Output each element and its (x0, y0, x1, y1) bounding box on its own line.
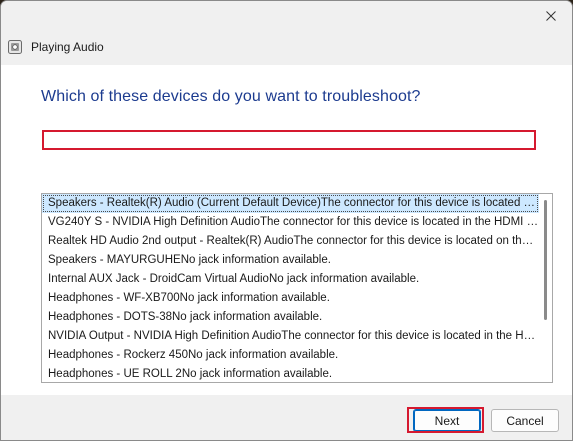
device-list-scrollbar[interactable] (539, 194, 552, 382)
footer: Next Cancel (1, 395, 572, 440)
device-list-item[interactable]: Headphones - WF-XB700No jack information… (42, 289, 539, 308)
device-list-item[interactable]: Headphones - DOTS-38No jack information … (42, 308, 539, 327)
device-list-item[interactable]: Internal AUX Jack - DroidCam Virtual Aud… (42, 270, 539, 289)
device-list-items: Speakers - Realtek(R) Audio (Current Def… (42, 194, 539, 382)
device-list-item[interactable]: Headphones - Rockerz 450No jack informat… (42, 346, 539, 365)
device-list-item[interactable]: Headphones - UE ROLL 2No jack informatio… (42, 365, 539, 382)
device-list-item[interactable]: Speakers - Realtek(R) Audio (Current Def… (42, 194, 539, 213)
title-bar: Playing Audio (1, 1, 572, 65)
cancel-button[interactable]: Cancel (491, 409, 559, 432)
window-title: Playing Audio (31, 40, 104, 54)
device-list-item[interactable]: VG240Y S - NVIDIA High Definition AudioT… (42, 213, 539, 232)
scrollbar-thumb[interactable] (544, 200, 547, 320)
page-heading: Which of these devices do you want to tr… (41, 88, 421, 105)
device-list[interactable]: Speakers - Realtek(R) Audio (Current Def… (41, 193, 553, 383)
audio-troubleshooter-icon (8, 40, 22, 54)
close-icon (546, 11, 556, 21)
device-list-item[interactable]: NVIDIA Output - NVIDIA High Definition A… (42, 327, 539, 346)
next-button[interactable]: Next (413, 409, 481, 432)
troubleshooter-dialog: Playing Audio Which of these devices do … (0, 0, 573, 441)
content-area: Which of these devices do you want to tr… (1, 65, 572, 395)
device-list-item[interactable]: Speakers - MAYURGUHENo jack information … (42, 251, 539, 270)
window-header: Playing Audio (7, 37, 104, 57)
close-button[interactable] (536, 3, 566, 29)
device-list-item[interactable]: Realtek HD Audio 2nd output - Realtek(R)… (42, 232, 539, 251)
